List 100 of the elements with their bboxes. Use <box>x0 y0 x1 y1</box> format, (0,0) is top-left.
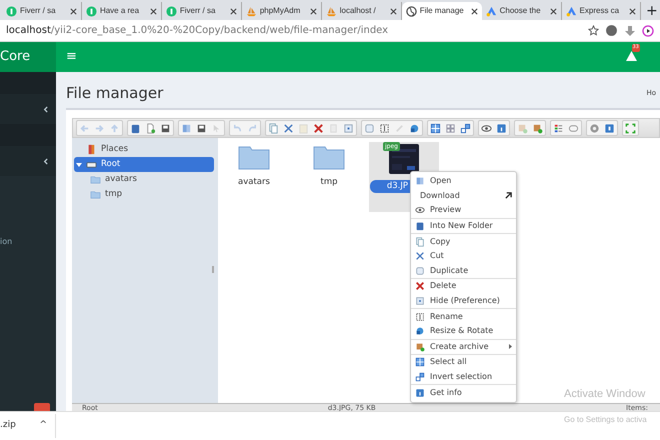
menu-item[interactable]: Delete <box>411 279 516 294</box>
fullscreen-icon <box>625 122 636 134</box>
settings-icon <box>589 122 600 134</box>
rename-icon <box>379 122 390 134</box>
sailboat-logo-icon <box>326 6 337 16</box>
archive-icon <box>532 122 543 134</box>
menu-item[interactable]: Duplicate <box>411 264 516 278</box>
extension-icon <box>605 24 618 37</box>
close-icon <box>230 8 237 14</box>
file-item[interactable]: tmp <box>294 142 364 212</box>
menu-item[interactable]: Invert selection <box>411 370 516 384</box>
rounded-rect-icon <box>568 122 579 134</box>
close-icon <box>310 8 317 14</box>
hide-icon <box>415 296 425 306</box>
tree-item[interactable]: tmp <box>72 187 218 202</box>
sidebar-item-label[interactable]: ion <box>0 237 12 246</box>
menu-item[interactable]: Cut <box>411 248 516 264</box>
archive-icon <box>517 122 528 134</box>
menu-item[interactable]: Select all <box>411 355 516 370</box>
caret-button[interactable]: ^ <box>39 419 47 433</box>
delete-icon <box>415 281 425 292</box>
scissors-icon <box>415 251 425 262</box>
eye-icon <box>481 122 492 134</box>
download-arrow-icon <box>624 24 636 36</box>
floppy-icon <box>196 122 207 134</box>
page-title: File manager <box>66 82 164 104</box>
copy-icon <box>268 122 279 134</box>
star-icon <box>588 25 599 36</box>
menu-item[interactable]: Copy <box>411 234 516 249</box>
fiverr-logo-icon <box>6 6 17 16</box>
menu-item[interactable]: Get info <box>411 385 516 400</box>
arrow-left-icon <box>79 122 90 134</box>
chevron-left-icon <box>43 106 48 112</box>
notification-badge <box>34 403 50 411</box>
fiverr-logo-icon <box>86 6 97 16</box>
toolbar-button[interactable] <box>428 121 443 135</box>
resize-handle[interactable] <box>212 266 214 273</box>
resize-icon <box>409 122 420 134</box>
menu-item[interactable]: Resize & Rotate <box>411 324 516 339</box>
eye-icon <box>415 205 425 216</box>
close-icon <box>390 8 397 14</box>
menu-item[interactable]: Create archive <box>411 340 516 354</box>
copy-icon <box>415 236 425 247</box>
invert-selection-icon <box>460 122 471 134</box>
submenu-arrow-icon <box>509 344 512 350</box>
close-icon <box>150 8 157 14</box>
close-icon <box>629 8 636 14</box>
folder-icon <box>130 122 141 134</box>
folder-icon <box>415 221 425 232</box>
folder-icon <box>90 174 101 185</box>
sort-icon <box>553 122 564 134</box>
book-icon <box>181 122 192 134</box>
duplicate-icon <box>415 266 425 276</box>
archive-icon <box>415 342 425 352</box>
help-icon <box>604 122 615 134</box>
invert-selection-icon <box>415 372 425 382</box>
menu-item[interactable]: Hide (Preference) <box>411 294 516 308</box>
grid-icon <box>430 122 441 134</box>
folder-icon <box>90 189 101 200</box>
undo-icon <box>232 122 243 134</box>
places-icon <box>86 144 97 155</box>
scissors-icon <box>283 122 294 134</box>
info-icon <box>496 122 507 134</box>
info-icon <box>415 388 425 398</box>
hide-icon <box>343 122 354 134</box>
warning-icon <box>626 50 636 61</box>
pointer-icon <box>211 122 222 134</box>
new-tab-button[interactable]: + <box>646 2 658 20</box>
arrow-right-icon <box>94 122 105 134</box>
tree-item[interactable]: Root <box>74 157 214 172</box>
file-icon <box>145 122 156 134</box>
close-icon <box>550 8 557 14</box>
download-item[interactable]: .zip ^ <box>0 414 56 438</box>
tree-item[interactable]: avatars <box>72 172 218 187</box>
triangle-logo-icon <box>486 6 497 16</box>
tiles-icon <box>445 122 456 134</box>
floppy-icon <box>160 122 171 134</box>
close-icon <box>70 8 77 14</box>
triangle-logo-icon <box>566 6 577 16</box>
file-item[interactable]: avatars <box>219 142 289 212</box>
browser-tab[interactable]: File manage <box>402 2 482 20</box>
activation-notice-title: Activate Window <box>564 388 646 401</box>
chevron-left-icon <box>43 158 48 164</box>
globe-icon <box>406 6 417 16</box>
resize-icon <box>415 326 425 336</box>
page-icon <box>328 122 339 134</box>
play-circle-icon <box>642 24 654 36</box>
rename-icon <box>415 312 425 322</box>
activation-notice-text: Go to Settings to activa <box>564 414 647 426</box>
tree-item[interactable]: Places <box>72 142 218 157</box>
close-icon <box>470 8 478 14</box>
pencil-icon <box>394 122 405 134</box>
menu-item[interactable]: Rename <box>411 309 516 324</box>
redo-icon <box>247 122 258 134</box>
menu-item[interactable]: Into New Folder <box>411 218 516 234</box>
folder-icon <box>238 144 270 170</box>
clipboard-icon <box>298 122 309 134</box>
toolbar-button[interactable] <box>458 121 473 135</box>
app-brand: Core <box>0 48 30 66</box>
arrow-up-icon <box>109 122 120 134</box>
